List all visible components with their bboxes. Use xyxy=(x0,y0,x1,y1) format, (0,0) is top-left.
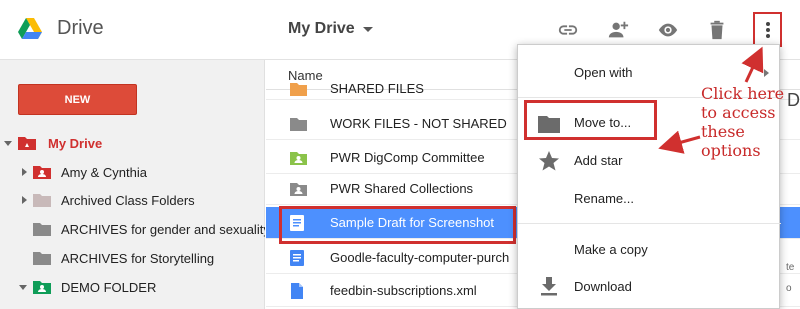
more-options-button[interactable] xyxy=(753,12,782,47)
folder-icon xyxy=(33,252,51,265)
sidebar: NEW My Drive Amy & Cynthia Archived Clas… xyxy=(0,60,265,309)
trash-icon[interactable] xyxy=(705,18,729,42)
menu-item-label: Open with xyxy=(574,65,633,80)
shared-folder-icon xyxy=(33,281,51,294)
file-row-label: PWR DigComp Committee xyxy=(330,150,485,165)
file-row-label: Goodle-faculty-computer-purch xyxy=(330,250,510,265)
menu-item-label: Download xyxy=(574,279,632,294)
annotation-line: options xyxy=(701,141,761,160)
preview-eye-icon[interactable] xyxy=(656,18,680,42)
annotation-callout: Click here to access these options xyxy=(701,84,799,160)
sidebar-item-label: DEMO FOLDER xyxy=(61,280,157,295)
menu-item-label: Make a copy xyxy=(574,242,648,257)
add-person-icon[interactable] xyxy=(606,18,630,42)
annotation-line: Click here xyxy=(701,84,785,103)
file-row-label: WORK FILES - NOT SHARED xyxy=(330,116,507,131)
chevron-down-icon xyxy=(362,26,373,32)
more-vert-icon xyxy=(765,21,770,38)
sidebar-item-label: My Drive xyxy=(48,136,103,151)
shared-folder-icon xyxy=(290,152,307,165)
chevron-right-icon xyxy=(764,69,769,77)
drive-logo-icon xyxy=(18,18,42,39)
breadcrumb-label: My Drive xyxy=(288,20,355,37)
download-icon xyxy=(541,277,557,296)
sidebar-item-label: Amy & Cynthia xyxy=(61,165,147,180)
shared-folder-icon xyxy=(290,183,307,196)
menu-item-label: Add star xyxy=(574,153,623,168)
folder-icon xyxy=(33,194,51,207)
chevron-right-icon[interactable] xyxy=(22,196,27,204)
sidebar-item-label: Archived Class Folders xyxy=(61,193,195,208)
link-icon[interactable] xyxy=(556,18,580,42)
menu-item-rename[interactable]: Rename... xyxy=(518,181,781,217)
sidebar-item-archives-gender[interactable]: ARCHIVES for gender and sexuality xyxy=(0,219,265,239)
file-row-label: Sample Draft for Screenshot xyxy=(330,215,495,230)
chevron-right-icon[interactable] xyxy=(22,168,27,176)
folder-icon xyxy=(290,83,307,96)
annotation-line: to access xyxy=(701,103,776,122)
details-peek-text: o xyxy=(786,283,792,294)
menu-item-label: Move to... xyxy=(574,115,632,130)
details-peek-text: te xyxy=(786,262,795,273)
chevron-down-icon[interactable] xyxy=(19,285,27,290)
breadcrumb-my-drive[interactable]: My Drive xyxy=(288,20,373,38)
sidebar-item-label: ARCHIVES for Storytelling xyxy=(61,251,215,266)
sidebar-item-demo-folder[interactable]: DEMO FOLDER xyxy=(0,277,265,297)
folder-icon xyxy=(33,223,51,236)
sidebar-item-archived-class-folders[interactable]: Archived Class Folders xyxy=(0,190,265,210)
file-row-label: SHARED FILES xyxy=(330,81,424,96)
folder-icon xyxy=(538,116,560,133)
app-title: Drive xyxy=(57,17,104,39)
sidebar-item-amy-cynthia[interactable]: Amy & Cynthia xyxy=(0,162,265,182)
drive-folder-icon xyxy=(18,137,36,150)
folder-icon xyxy=(290,118,307,131)
sidebar-item-label: ARCHIVES for gender and sexuality xyxy=(61,222,265,237)
menu-item-make-copy[interactable]: Make a copy xyxy=(518,232,781,268)
file-icon xyxy=(291,283,303,299)
sidebar-item-archives-storytelling[interactable]: ARCHIVES for Storytelling xyxy=(0,248,265,268)
chevron-down-icon[interactable] xyxy=(4,141,12,146)
file-row-label: PWR Shared Collections xyxy=(330,181,474,196)
shared-folder-icon xyxy=(33,166,51,179)
annotation-line: these xyxy=(701,122,745,141)
menu-item-label: Rename... xyxy=(574,191,634,206)
new-button[interactable]: NEW xyxy=(18,84,137,115)
doc-icon xyxy=(290,215,304,231)
menu-item-download[interactable]: Download xyxy=(518,269,781,305)
menu-divider xyxy=(518,223,781,224)
sidebar-item-my-drive[interactable]: My Drive xyxy=(0,133,265,153)
doc-icon xyxy=(290,250,304,266)
file-row-label: feedbin-subscriptions.xml xyxy=(330,283,477,298)
star-icon xyxy=(539,151,559,171)
